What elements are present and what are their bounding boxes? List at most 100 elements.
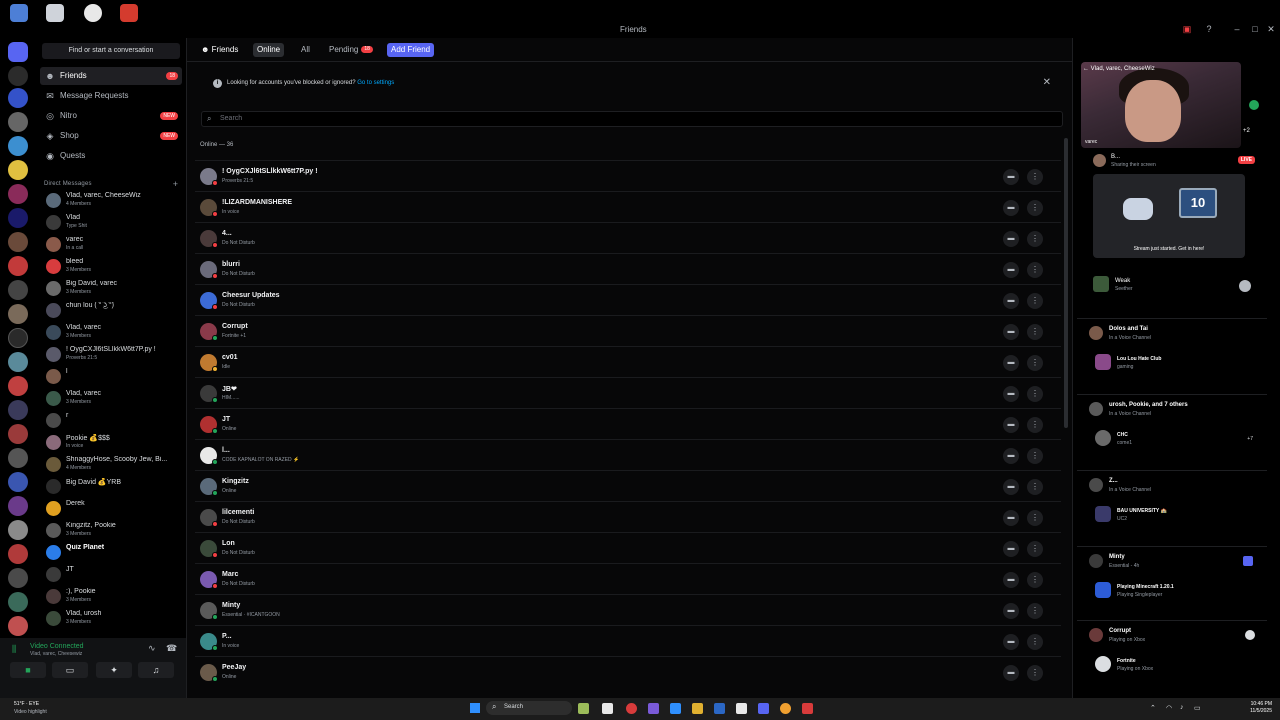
- dm-item[interactable]: Vlad Type Shit: [42, 212, 182, 234]
- taskbar-app-icon[interactable]: [578, 703, 589, 714]
- server-icon[interactable]: [8, 400, 28, 420]
- close-icon[interactable]: ✕: [1043, 77, 1051, 88]
- battery-icon[interactable]: ▭: [1194, 704, 1201, 712]
- inbox-icon[interactable]: ▣: [1180, 24, 1194, 35]
- settings-link[interactable]: Go to settings: [357, 80, 394, 86]
- tab-all[interactable]: All: [297, 43, 314, 57]
- friend-search[interactable]: ⌕ Search: [201, 111, 1063, 127]
- dm-item[interactable]: Derek: [42, 498, 182, 520]
- friend-row[interactable]: PeeJay Online ▬ ⋮: [195, 656, 1061, 687]
- more-options-icon[interactable]: ⋮: [1027, 355, 1043, 371]
- taskbar-app-icon[interactable]: [692, 703, 703, 714]
- scrollbar[interactable]: [1064, 138, 1068, 428]
- server-icon[interactable]: [8, 520, 28, 540]
- volume-icon[interactable]: ♪: [1180, 704, 1184, 711]
- message-icon[interactable]: ▬: [1003, 231, 1019, 247]
- activity-card[interactable]: Corrupt Playing on Xbox Fortnite Playing…: [1077, 620, 1267, 688]
- message-icon[interactable]: ▬: [1003, 355, 1019, 371]
- more-options-icon[interactable]: ⋮: [1027, 262, 1043, 278]
- message-icon[interactable]: ▬: [1003, 572, 1019, 588]
- desktop-app-icon[interactable]: [84, 4, 102, 22]
- dm-item[interactable]: bleed 3 Members: [42, 256, 182, 278]
- create-dm-icon[interactable]: +: [173, 179, 178, 189]
- desktop-app-icon[interactable]: [46, 4, 64, 22]
- camera-button[interactable]: ■: [10, 662, 46, 678]
- server-icon[interactable]: [8, 160, 28, 180]
- friend-row[interactable]: Minty Essential · #ICANTGOON ▬ ⋮: [195, 594, 1061, 625]
- server-icon[interactable]: [8, 472, 28, 492]
- dm-item[interactable]: chun lou ( ͡° ͜ʖ ͡°): [42, 300, 182, 322]
- disconnect-icon[interactable]: ☎: [166, 643, 177, 654]
- more-options-icon[interactable]: ⋮: [1027, 603, 1043, 619]
- server-icon[interactable]: [8, 376, 28, 396]
- friend-row[interactable]: ! OygCXJl6tSLlkkW6tt7P.py ! Proverbs 21:5…: [195, 160, 1061, 191]
- signal-icon[interactable]: ⫼: [12, 644, 16, 655]
- friend-row[interactable]: P... In voice ▬ ⋮: [195, 625, 1061, 656]
- message-icon[interactable]: ▬: [1003, 479, 1019, 495]
- server-icon[interactable]: [8, 424, 28, 444]
- friend-row[interactable]: Kingzitz Online ▬ ⋮: [195, 470, 1061, 501]
- activity-card[interactable]: urosh, Pookie, and 7 others In a Voice C…: [1077, 394, 1267, 462]
- message-icon[interactable]: ▬: [1003, 262, 1019, 278]
- tab-online[interactable]: Online: [253, 43, 285, 57]
- server-icon[interactable]: [8, 88, 28, 108]
- server-icon[interactable]: [8, 208, 28, 228]
- dm-item[interactable]: ShnaggyHose, Scooby Jew, Bi... 4 Members: [42, 454, 182, 476]
- more-options-icon[interactable]: ⋮: [1027, 479, 1043, 495]
- server-icon[interactable]: [8, 66, 28, 86]
- dm-item[interactable]: Vlad, urosh 3 Members: [42, 608, 182, 630]
- taskbar-app-icon[interactable]: [648, 703, 659, 714]
- find-conversation-button[interactable]: Find or start a conversation: [42, 43, 180, 59]
- server-icon[interactable]: [8, 136, 28, 156]
- friend-row[interactable]: 4... Do Not Disturb ▬ ⋮: [195, 222, 1061, 253]
- message-icon[interactable]: ▬: [1003, 293, 1019, 309]
- dm-item[interactable]: Kingzitz, Pookie 3 Members: [42, 520, 182, 542]
- more-options-icon[interactable]: ⋮: [1027, 169, 1043, 185]
- message-icon[interactable]: ▬: [1003, 200, 1019, 216]
- voice-channel[interactable]: Vlad, varec, Cheesewiz: [30, 651, 82, 657]
- taskbar-clock[interactable]: 10:46 PM 11/5/2025: [1250, 701, 1272, 715]
- dm-item[interactable]: Vlad, varec 3 Members: [42, 388, 182, 410]
- friend-row[interactable]: cv01 Idle ▬ ⋮: [195, 346, 1061, 377]
- server-icon[interactable]: [8, 232, 28, 252]
- server-icon[interactable]: [8, 568, 28, 588]
- tray-chevron-icon[interactable]: ⌃: [1150, 704, 1156, 712]
- friend-row[interactable]: blurri Do Not Disturb ▬ ⋮: [195, 253, 1061, 284]
- more-options-icon[interactable]: ⋮: [1027, 386, 1043, 402]
- server-icon[interactable]: [8, 112, 28, 132]
- message-icon[interactable]: ▬: [1003, 324, 1019, 340]
- dm-item[interactable]: Pookie 💰$$$ In voice: [42, 432, 182, 454]
- server-icon[interactable]: [8, 328, 28, 348]
- friend-row[interactable]: Lon Do Not Disturb ▬ ⋮: [195, 532, 1061, 563]
- maximize-icon[interactable]: □: [1248, 24, 1262, 34]
- more-options-icon[interactable]: ⋮: [1027, 541, 1043, 557]
- desktop-app-icon[interactable]: [10, 4, 28, 22]
- friend-row[interactable]: JT Online ▬ ⋮: [195, 408, 1061, 439]
- dm-item[interactable]: Big David, varec 3 Members: [42, 278, 182, 300]
- message-icon[interactable]: ▬: [1003, 634, 1019, 650]
- more-participants[interactable]: +2: [1243, 128, 1250, 134]
- message-icon[interactable]: ▬: [1003, 665, 1019, 681]
- taskbar-app-icon[interactable]: [602, 703, 613, 714]
- dm-item[interactable]: l: [42, 366, 182, 388]
- dm-item[interactable]: Big David 💰YRB: [42, 476, 182, 498]
- more-options-icon[interactable]: ⋮: [1027, 231, 1043, 247]
- taskbar-app-icon[interactable]: [780, 703, 791, 714]
- activity-button[interactable]: ✦: [96, 662, 132, 678]
- server-icon[interactable]: [8, 352, 28, 372]
- friend-row[interactable]: lilcementi Do Not Disturb ▬ ⋮: [195, 501, 1061, 532]
- more-options-icon[interactable]: ⋮: [1027, 634, 1043, 650]
- dm-item[interactable]: ! OygCXJl6tSLlkkW6tt7P.py ! Proverbs 21:5: [42, 344, 182, 366]
- dm-item[interactable]: Quiz Planet: [42, 542, 182, 564]
- taskbar-app-icon[interactable]: [714, 703, 725, 714]
- activity-card[interactable]: Minty Essential - 4h Playing Minecraft 1…: [1077, 546, 1267, 614]
- search-input[interactable]: Search: [220, 115, 242, 122]
- message-icon[interactable]: ▬: [1003, 603, 1019, 619]
- voice-video-tile[interactable]: varec: [1081, 62, 1241, 148]
- more-options-icon[interactable]: ⋮: [1027, 665, 1043, 681]
- nav-nitro[interactable]: ◎ Nitro NEW: [40, 107, 182, 125]
- server-icon[interactable]: [8, 304, 28, 324]
- server-icon[interactable]: [8, 616, 28, 636]
- add-friend-button[interactable]: Add Friend: [387, 43, 435, 57]
- dm-item[interactable]: Vlad, varec 3 Members: [42, 322, 182, 344]
